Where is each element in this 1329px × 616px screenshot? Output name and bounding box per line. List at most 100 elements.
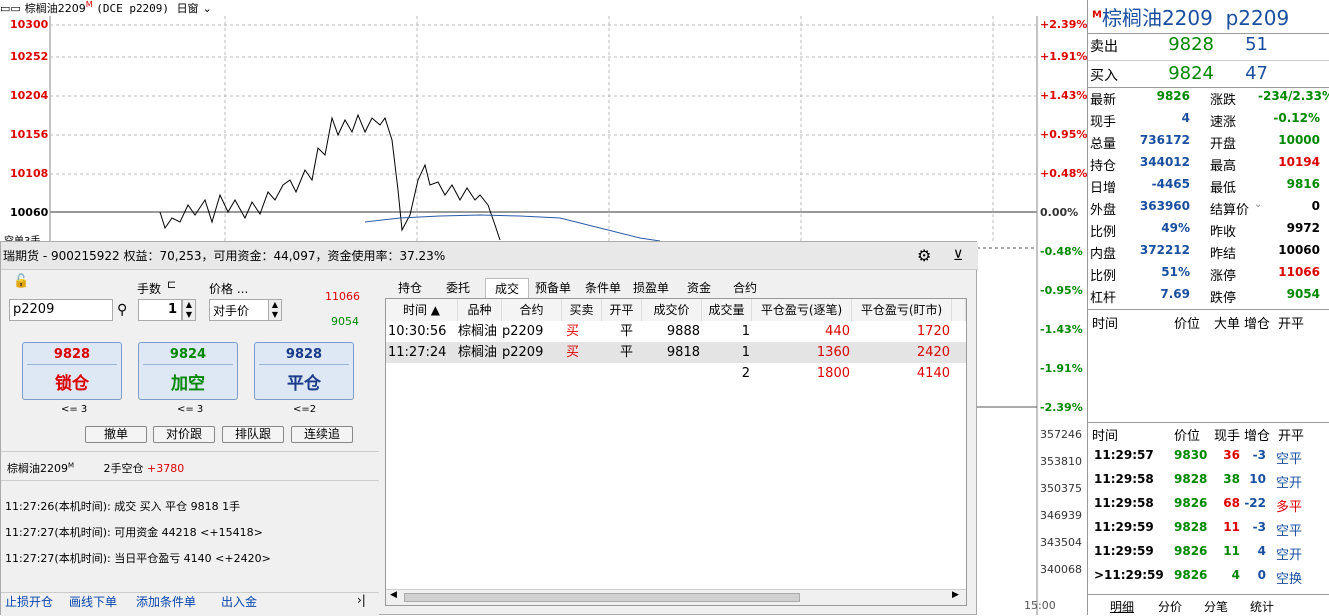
cell-qty: 1: [741, 324, 750, 339]
counter-follow-button[interactable]: 对价跟: [153, 426, 215, 443]
stat-label: 跌停: [1210, 291, 1237, 306]
period-select[interactable]: 日窗 ⌄: [177, 2, 216, 15]
quote-stat-row: 日增 -4465 最低 9816: [1088, 177, 1329, 199]
tab-conditional[interactable]: 条件单: [581, 278, 625, 298]
scroll-thumb[interactable]: [404, 593, 800, 602]
stat-label: 结算价: [1210, 203, 1250, 218]
tick-row[interactable]: 11:29:59 9828 11 -3 空平: [1088, 516, 1329, 540]
tab-positions[interactable]: 持仓: [391, 278, 429, 298]
cap-lock: <= 3: [61, 404, 88, 415]
contract-input[interactable]: p2209: [9, 299, 113, 321]
col-header[interactable]: 开平: [602, 299, 642, 321]
tab-orders[interactable]: 委托: [439, 278, 477, 298]
col-header[interactable]: 平仓盈亏(盯市): [852, 299, 952, 321]
cell-name: 棕榈油: [458, 345, 498, 360]
chart-instrument-sup: M: [85, 0, 93, 10]
tab-contracts[interactable]: 合约: [727, 278, 763, 298]
stat-value: 51%: [1161, 265, 1190, 279]
lots-input[interactable]: 1: [138, 299, 182, 321]
stop-loss-open-link[interactable]: 止损开仓: [5, 593, 53, 610]
tick-row[interactable]: 11:29:57 9830 36 -3 空平: [1088, 444, 1329, 468]
tab-trades[interactable]: 分笔: [1204, 598, 1228, 615]
sell-price: 9828: [1168, 34, 1214, 55]
table-row[interactable]: 11:27:24 棕榈油 p2209 买 平 9818 1 1360 2420: [386, 342, 966, 363]
price-mode-input[interactable]: 对手价: [209, 299, 269, 321]
table-row[interactable]: 10:30:56 棕榈油 p2209 买 平 9888 1 440 1720: [386, 321, 966, 342]
draw-line-order-link[interactable]: 画线下单: [69, 593, 117, 610]
y-label: 10204: [10, 89, 49, 102]
fills-table: 时间 ▲ 品种 合约 买卖 开平 成交价 成交量 平仓盈亏(逐笔) 平仓盈亏(盯…: [385, 298, 967, 606]
tick-t: 11:29:59: [1094, 520, 1154, 534]
tick-row[interactable]: 11:29:58 9826 68 -22 多平: [1088, 492, 1329, 516]
tick-p: 9830: [1174, 448, 1208, 462]
col-header: 价位: [1174, 317, 1201, 332]
pct-label: +1.91%: [1040, 50, 1088, 63]
btn-label: 锁仓: [55, 374, 89, 394]
col-header: 开平: [1278, 317, 1305, 332]
expand-icon[interactable]: ›|: [357, 593, 366, 607]
switch-icon[interactable]: ⊏: [167, 278, 176, 291]
tab-detail[interactable]: 明细: [1110, 598, 1134, 615]
tab-fills[interactable]: 成交: [485, 278, 529, 298]
col-header[interactable]: 成交价: [642, 299, 702, 321]
stat-label: 持仓: [1090, 159, 1117, 174]
deposit-withdraw-link[interactable]: 出入金: [221, 593, 257, 610]
price-stepper[interactable]: ▲ ▼: [268, 299, 282, 321]
close-position-button[interactable]: 9828 平仓: [254, 342, 354, 400]
scroll-left-icon[interactable]: ◀: [390, 590, 397, 600]
tab-stop[interactable]: 损盈单: [629, 278, 673, 298]
buy-label: 买入: [1090, 68, 1118, 84]
minimize-icon[interactable]: ⊻: [953, 242, 963, 270]
tick-row[interactable]: >11:29:59 9826 4 0 空换: [1088, 564, 1329, 588]
tick-row[interactable]: 11:29:59 9826 11 4 空开: [1088, 540, 1329, 564]
lots-label: 手数: [137, 282, 162, 296]
stat-label: 速涨: [1210, 115, 1237, 130]
stat-value: 9054: [1286, 287, 1320, 301]
tick-list[interactable]: 11:29:57 9830 36 -3 空平 11:29:58 9828 38 10 空开 11:2…: [1088, 444, 1329, 588]
link-icon[interactable]: ▭▭: [0, 2, 21, 15]
pct-label: -0.95%: [1040, 284, 1083, 297]
chase-button[interactable]: 连续追: [291, 426, 353, 443]
gear-icon[interactable]: ⚙: [917, 242, 931, 270]
tab-price[interactable]: 分价: [1158, 598, 1182, 615]
cell-price: 9888: [666, 324, 700, 339]
col-header[interactable]: 成交量: [702, 299, 752, 321]
scroll-right-icon[interactable]: ▶: [952, 590, 959, 600]
chevron-down-icon[interactable]: ⌄: [1254, 199, 1262, 210]
y-label: 10108: [10, 167, 49, 180]
pct-label: +2.39%: [1040, 18, 1088, 31]
lots-stepper[interactable]: ▲ ▼: [182, 299, 196, 321]
cancel-order-button[interactable]: 撤单: [85, 426, 147, 443]
tab-funds[interactable]: 资金: [681, 278, 717, 298]
tab-pending[interactable]: 预备单: [531, 278, 575, 298]
stat-label: 内盘: [1090, 247, 1117, 262]
add-short-button[interactable]: 9824 加空: [138, 342, 238, 400]
tick-row[interactable]: 11:29:58 9828 38 10 空开: [1088, 468, 1329, 492]
buy-price: 9824: [1168, 63, 1214, 84]
position-summary[interactable]: 棕榈油2209M 2手空仓 +3780: [7, 460, 184, 476]
lock-position-button[interactable]: 9828 锁仓: [22, 342, 122, 400]
tick-p: 9828: [1174, 472, 1208, 486]
col-header[interactable]: 品种: [458, 299, 502, 321]
queue-follow-button[interactable]: 排队跟: [222, 426, 284, 443]
tick-t: 11:29:58: [1094, 496, 1154, 510]
pct-label: -0.48%: [1040, 245, 1083, 258]
quote-stat-row: 杠杆 7.69 跌停 9054: [1088, 287, 1329, 309]
horizontal-scrollbar[interactable]: ◀ ▶: [386, 589, 966, 605]
pct-label: +0.95%: [1040, 128, 1088, 141]
search-icon[interactable]: ⚲: [117, 302, 127, 318]
tick-p: 9826: [1174, 496, 1208, 510]
add-condition-link[interactable]: 添加条件单: [136, 593, 196, 610]
quote-code: p2209: [1225, 6, 1290, 30]
lock-icon[interactable]: 🔓: [13, 274, 29, 289]
col-header[interactable]: 买卖: [562, 299, 602, 321]
sell-label: 卖出: [1090, 39, 1118, 55]
col-header[interactable]: 平仓盈亏(逐笔): [752, 299, 852, 321]
col-header[interactable]: 合约: [502, 299, 562, 321]
tab-stats[interactable]: 统计: [1250, 598, 1274, 615]
stat-value: 363960: [1139, 199, 1190, 213]
col-header[interactable]: 时间 ▲: [386, 299, 458, 321]
tick-v: 68: [1223, 496, 1240, 510]
stat-value: 9972: [1286, 221, 1320, 235]
log-line: 11:27:27(本机时间): 可用资金 44218 <+15418>: [5, 526, 263, 539]
